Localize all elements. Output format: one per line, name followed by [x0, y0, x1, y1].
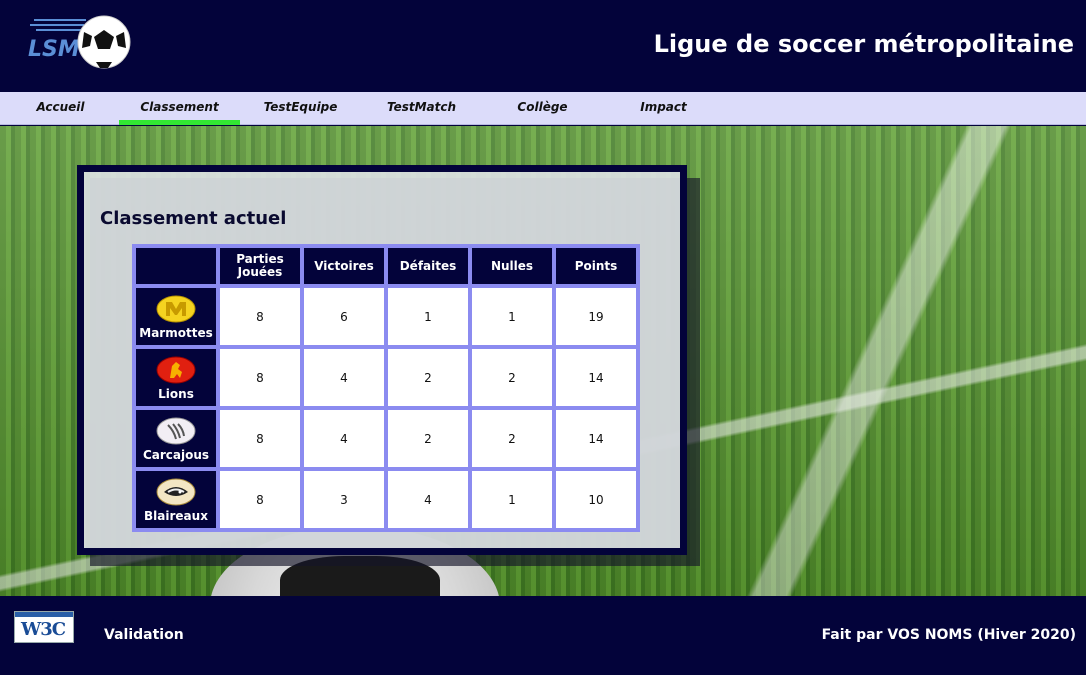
cell-played: 8	[218, 469, 302, 530]
site-header: LSM Ligue de soccer métropolitaine	[0, 0, 1086, 92]
header-draws: Nulles	[470, 246, 554, 286]
blaireaux-logo-icon	[156, 478, 196, 506]
header-losses: Défaites	[386, 246, 470, 286]
footer-credits: Fait par VOS NOMS (Hiver 2020)	[821, 627, 1076, 643]
header-points: Points	[554, 246, 638, 286]
cell-draws: 2	[470, 408, 554, 469]
cell-draws: 1	[470, 469, 554, 530]
cell-points: 14	[554, 408, 638, 469]
team-name: Marmottes	[139, 326, 213, 340]
cell-losses: 4	[386, 469, 470, 530]
cell-draws: 1	[470, 286, 554, 347]
team-cell[interactable]: Carcajous	[134, 408, 218, 469]
cell-played: 8	[218, 408, 302, 469]
panel-title: Classement actuel	[100, 208, 287, 229]
cell-wins: 6	[302, 286, 386, 347]
marmottes-logo-icon	[156, 295, 196, 323]
cell-points: 14	[554, 347, 638, 408]
cell-wins: 3	[302, 469, 386, 530]
nav-item-testequipe[interactable]: TestEquipe	[240, 92, 361, 125]
site-footer: W3C Validation Fait par VOS NOMS (Hiver …	[0, 596, 1086, 675]
cell-wins: 4	[302, 347, 386, 408]
header-wins: Victoires	[302, 246, 386, 286]
svg-text:LSM: LSM	[28, 37, 80, 62]
nav-item-classement[interactable]: Classement	[119, 92, 240, 125]
team-cell[interactable]: Marmottes	[134, 286, 218, 347]
cell-points: 19	[554, 286, 638, 347]
cell-losses: 2	[386, 408, 470, 469]
team-cell[interactable]: Lions	[134, 347, 218, 408]
table-row: Lions 8 4 2 2 14	[134, 347, 638, 408]
cell-losses: 2	[386, 347, 470, 408]
carcajous-logo-icon	[156, 417, 196, 445]
cell-draws: 2	[470, 347, 554, 408]
nav-item-accueil[interactable]: Accueil	[0, 92, 121, 125]
standings-panel: Classement actuel Parties Jouées Victoir…	[77, 165, 687, 555]
w3c-badge-icon[interactable]: W3C	[14, 611, 74, 643]
table-row: Carcajous 8 4 2 2 14	[134, 408, 638, 469]
cell-points: 10	[554, 469, 638, 530]
table-row: Blaireaux 8 3 4 1 10	[134, 469, 638, 530]
site-title: Ligue de soccer métropolitaine	[653, 30, 1074, 58]
cell-losses: 1	[386, 286, 470, 347]
validation-link[interactable]: Validation	[104, 627, 184, 643]
header-corner	[134, 246, 218, 286]
table-row: Marmottes 8 6 1 1 19	[134, 286, 638, 347]
nav-item-impact[interactable]: Impact	[603, 92, 724, 125]
cell-played: 8	[218, 286, 302, 347]
lions-logo-icon	[156, 356, 196, 384]
nav-item-college[interactable]: Collège	[482, 92, 603, 125]
team-cell[interactable]: Blaireaux	[134, 469, 218, 530]
main-nav: Accueil Classement TestEquipe TestMatch …	[0, 92, 1086, 125]
cell-played: 8	[218, 347, 302, 408]
nav-item-testmatch[interactable]: TestMatch	[361, 92, 482, 125]
w3c-badge-stripe	[15, 612, 73, 617]
lsm-logo[interactable]: LSM	[26, 12, 136, 74]
header-played: Parties Jouées	[218, 246, 302, 286]
w3c-badge-text: W3C	[21, 619, 66, 640]
team-name: Blaireaux	[144, 509, 208, 523]
cell-wins: 4	[302, 408, 386, 469]
table-header-row: Parties Jouées Victoires Défaites Nulles…	[134, 246, 638, 286]
team-name: Carcajous	[142, 448, 210, 462]
team-name: Lions	[158, 387, 194, 401]
standings-table: Parties Jouées Victoires Défaites Nulles…	[132, 244, 640, 532]
